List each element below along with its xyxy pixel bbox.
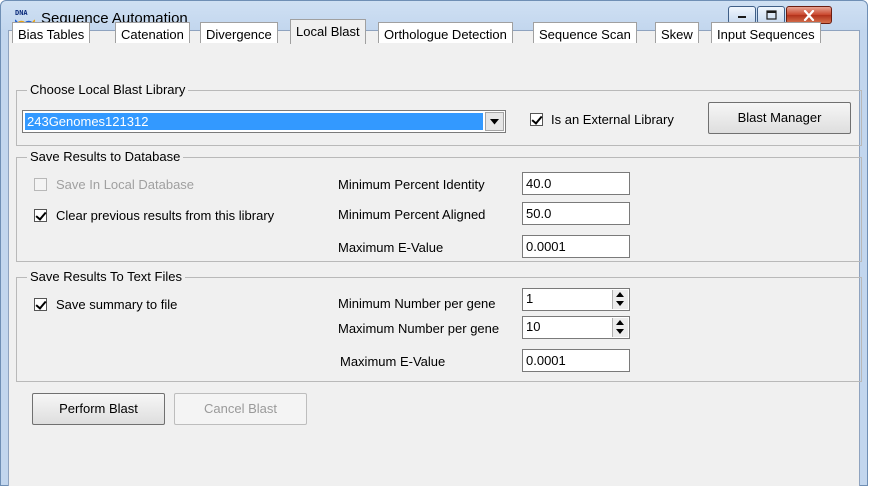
spin-up-icon[interactable] (616, 320, 624, 326)
tab-sequence-scan[interactable]: Sequence Scan (533, 22, 637, 43)
save-summary-label: Save summary to file (56, 297, 178, 312)
txt-max-evalue-input[interactable] (522, 349, 630, 372)
external-library-label: Is an External Library (551, 112, 674, 127)
dropdown-arrow-button[interactable] (485, 112, 504, 131)
library-dropdown[interactable]: 243Genomes121312 (22, 110, 506, 133)
txt-max-evalue-label: Maximum E-Value (340, 354, 446, 369)
min-number-per-gene-label: Minimum Number per gene (338, 296, 496, 311)
db-max-evalue-label: Maximum E-Value (338, 240, 444, 255)
db-max-evalue-input[interactable] (522, 235, 630, 258)
save-local-database-label: Save In Local Database (56, 177, 195, 192)
min-number-spin-buttons[interactable] (612, 290, 628, 309)
max-number-per-gene-label: Maximum Number per gene (338, 321, 500, 336)
spin-up-icon[interactable] (616, 292, 624, 298)
min-number-per-gene-value: 1 (526, 291, 534, 306)
min-percent-identity-input[interactable] (522, 172, 630, 195)
app-icon-text: DNA (15, 9, 28, 17)
tab-divergence[interactable]: Divergence (200, 22, 278, 43)
clear-previous-results-checkbox[interactable] (34, 209, 47, 222)
max-number-spin-buttons[interactable] (612, 318, 628, 337)
max-number-per-gene-stepper[interactable]: 10 (522, 316, 630, 339)
min-number-per-gene-stepper[interactable]: 1 (522, 288, 630, 311)
chevron-down-icon (490, 118, 499, 124)
database-legend: Save Results to Database (27, 149, 184, 164)
minimize-icon (738, 16, 746, 18)
library-legend: Choose Local Blast Library (27, 82, 189, 97)
blast-manager-button[interactable]: Blast Manager (708, 102, 851, 134)
save-local-database-checkbox[interactable] (34, 178, 47, 191)
spin-down-icon[interactable] (616, 329, 624, 335)
min-percent-aligned-label: Minimum Percent Aligned (338, 207, 486, 222)
min-percent-identity-label: Minimum Percent Identity (338, 177, 485, 192)
textfiles-legend: Save Results To Text Files (27, 269, 185, 284)
tab-input-sequences[interactable]: Input Sequences (711, 22, 821, 43)
min-percent-aligned-input[interactable] (522, 202, 630, 225)
spin-down-icon[interactable] (616, 301, 624, 307)
tab-local-blast[interactable]: Local Blast (290, 19, 366, 44)
checkmark-icon (531, 113, 543, 125)
maximize-icon (765, 10, 777, 20)
max-number-per-gene-value: 10 (526, 319, 541, 334)
tab-orthologue-detection[interactable]: Orthologue Detection (378, 22, 513, 43)
perform-blast-button[interactable]: Perform Blast (32, 393, 165, 425)
library-selected-value: 243Genomes121312 (25, 113, 483, 130)
tab-skew[interactable]: Skew (655, 22, 699, 43)
save-summary-checkbox[interactable] (34, 298, 47, 311)
checkmark-icon (35, 209, 47, 221)
tab-catenation[interactable]: Catenation (115, 22, 190, 43)
tab-bias-tables[interactable]: Bias Tables (12, 22, 91, 43)
cancel-blast-button[interactable]: Cancel Blast (174, 393, 307, 425)
clear-previous-results-label: Clear previous results from this library (56, 208, 275, 223)
checkmark-icon (35, 298, 47, 310)
close-icon (803, 9, 815, 21)
external-library-checkbox[interactable] (530, 113, 543, 126)
